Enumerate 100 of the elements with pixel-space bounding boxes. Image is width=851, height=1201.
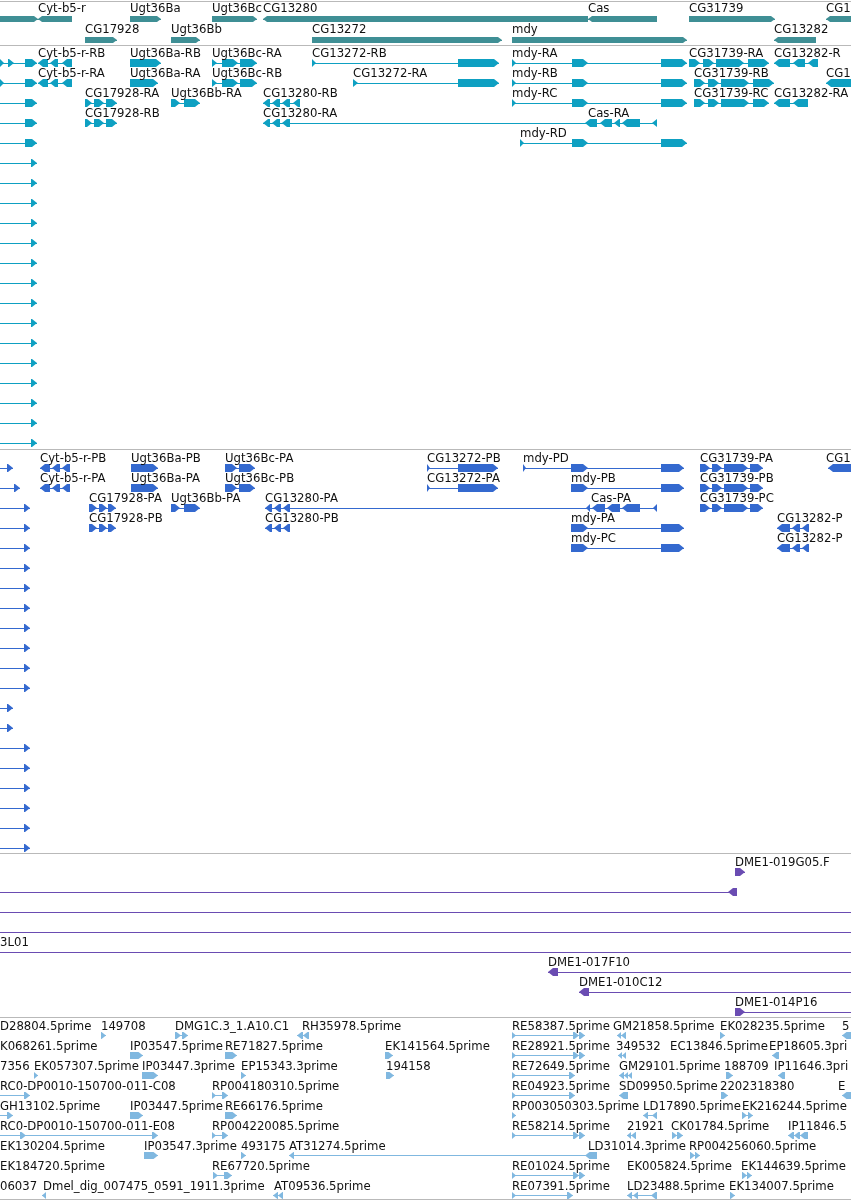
est-label: RC0-DP0010-150700-011-E08 <box>0 1119 175 1133</box>
est-label: IP03447.3prime <box>142 1059 235 1073</box>
est-label: 349532 <box>616 1039 661 1053</box>
protein-label: CG31739-PC <box>700 491 774 505</box>
transcript-label: Ugt36Bc-RB <box>212 66 283 80</box>
gene-label: CG31739 <box>689 2 744 15</box>
transcript-label: CG13280-RA <box>263 106 338 120</box>
clone-label: DME1-019G05.F <box>735 855 830 869</box>
transcript-label: mdy-RB <box>512 66 558 80</box>
est-label: 149708 <box>101 1019 146 1033</box>
est-label: IP03447.5prime <box>130 1099 223 1113</box>
est-label: K068261.5prime <box>0 1039 98 1053</box>
est-label: RE28921.5prime <box>512 1039 610 1053</box>
est-label: EK130204.5prime <box>0 1139 105 1153</box>
est-label: 493175 <box>241 1139 286 1153</box>
transcript-label: Ugt36Ba-RA <box>130 66 201 80</box>
est-label: 2202318380 <box>720 1079 795 1093</box>
est-label: Dmel_dig_007475_0591_1911.3prime <box>43 1179 265 1193</box>
est-label: RE58214.5prime <box>512 1119 610 1133</box>
est-label: GM29101.5prime <box>619 1059 721 1073</box>
protein-label: Ugt36Bc-PA <box>225 451 294 465</box>
est-label: RE07391.5prime <box>512 1179 610 1193</box>
gene-label: CG13282 <box>774 23 829 36</box>
est-label: IP11646.3pri <box>774 1059 849 1073</box>
protein-label: Ugt36Bc-PB <box>225 471 295 485</box>
transcript-label: Cyt-b5-r-RB <box>38 46 106 60</box>
est-label: LD23488.5prime <box>627 1179 725 1193</box>
transcript-label: CG31739-RC <box>694 86 769 100</box>
est-label: EP15343.3prime <box>241 1059 338 1073</box>
protein-label: CG17928-PB <box>89 511 163 525</box>
est-label: 194158 <box>386 1059 431 1073</box>
protein-label: CG13280-PB <box>265 511 339 525</box>
transcript-label: mdy-RC <box>512 86 558 100</box>
est-label: RE72649.5prime <box>512 1059 610 1073</box>
transcript-label: Cyt-b5-r-RA <box>38 66 105 80</box>
protein-label: CG13282-P <box>777 531 843 545</box>
transcript-label: CG31739-RA <box>689 46 764 60</box>
est-label: RE66176.5prime <box>225 1099 323 1113</box>
transcript-label: CG13272-RA <box>353 66 428 80</box>
gene-label: CG13272 <box>312 23 367 36</box>
est-label: LD31014.3prime <box>588 1139 686 1153</box>
est-label: E <box>838 1079 846 1093</box>
est-label: EK144639.5prime <box>741 1159 846 1173</box>
protein-label: mdy-PC <box>571 531 616 545</box>
transcript-label: mdy-RD <box>520 126 567 140</box>
est-label: EP18605.3pri <box>769 1039 848 1053</box>
protein-label: CG17928-PA <box>89 491 162 505</box>
gene-label: mdy <box>512 23 538 36</box>
protein-label: mdy-PB <box>571 471 616 485</box>
protein-label: CG13282-P <box>777 511 843 525</box>
est-label: EK216244.5prime <box>742 1099 847 1113</box>
protein-label: CG31739-PA <box>700 451 773 465</box>
est-label: EK134007.5prime <box>729 1179 834 1193</box>
transcript-label: CG31739-RB <box>694 66 769 80</box>
clone-label: DME1-014P16 <box>735 995 818 1009</box>
protein-label: Cyt-b5-r-PA <box>40 471 106 485</box>
gene-label: Ugt36Bc <box>212 2 262 15</box>
est-label: EK141564.5prime <box>385 1039 490 1053</box>
protein-label: Cas-PA <box>591 491 631 505</box>
est-label: IP03547.5prime <box>130 1039 223 1053</box>
est-label: RE04923.5prime <box>512 1079 610 1093</box>
protein-label: CG13280-PA <box>265 491 338 505</box>
est-label: CK01784.5prime <box>671 1119 770 1133</box>
est-label: RH35978.5prime <box>302 1019 402 1033</box>
est-label: 5 <box>842 1019 850 1033</box>
est-label: 7356 <box>0 1059 30 1073</box>
clone-label: 3L01 <box>0 935 29 949</box>
gene-label: CG1 <box>826 2 851 15</box>
protein-label: CG31739-PB <box>700 471 774 485</box>
est-label: RC0-DP0010-150700-011-C08 <box>0 1079 176 1093</box>
protein-label: CG13272-PB <box>427 451 501 465</box>
clone-label: DME1-017F10 <box>548 955 631 969</box>
est-label: RP004220085.5prime <box>212 1119 340 1133</box>
est-label: RE71827.5prime <box>225 1039 323 1053</box>
est-label: AT31274.5prime <box>289 1139 386 1153</box>
est-label: RP004180310.5prime <box>212 1079 340 1093</box>
protein-label: CG1 <box>826 451 851 465</box>
est-label: RE58387.5prime <box>512 1019 610 1033</box>
est-label: EK184720.5prime <box>0 1159 105 1173</box>
est-label: EK057307.5prime <box>34 1059 139 1073</box>
est-label: IP03547.3prime <box>144 1139 237 1153</box>
gene-label: CG13280 <box>263 2 318 15</box>
transcript-label: CG1 <box>826 66 851 80</box>
transcript-label: CG13272-RB <box>312 46 387 60</box>
est-label: LD17890.5prime <box>643 1099 741 1113</box>
transcript-label: Ugt36Ba-RB <box>130 46 201 60</box>
est-label: AT09536.5prime <box>274 1179 371 1193</box>
est-label: GH13102.5prime <box>0 1099 101 1113</box>
gene-label: Ugt36Ba <box>130 2 181 15</box>
est-label: RP003050303.5prime <box>512 1099 640 1113</box>
est-label: RE67720.5prime <box>212 1159 310 1173</box>
protein-label: Ugt36Ba-PB <box>131 451 201 465</box>
est-label: 188709 <box>724 1059 769 1073</box>
est-label: RP004256060.5prime <box>689 1139 817 1153</box>
est-label: EC13846.5prime <box>670 1039 768 1053</box>
gene-label: CG17928 <box>85 23 140 36</box>
gene-label: Cas <box>588 2 610 15</box>
transcript-label: CG17928-RB <box>85 106 160 120</box>
protein-label: mdy-PA <box>571 511 616 525</box>
transcript-label: CG13282-RA <box>774 86 849 100</box>
